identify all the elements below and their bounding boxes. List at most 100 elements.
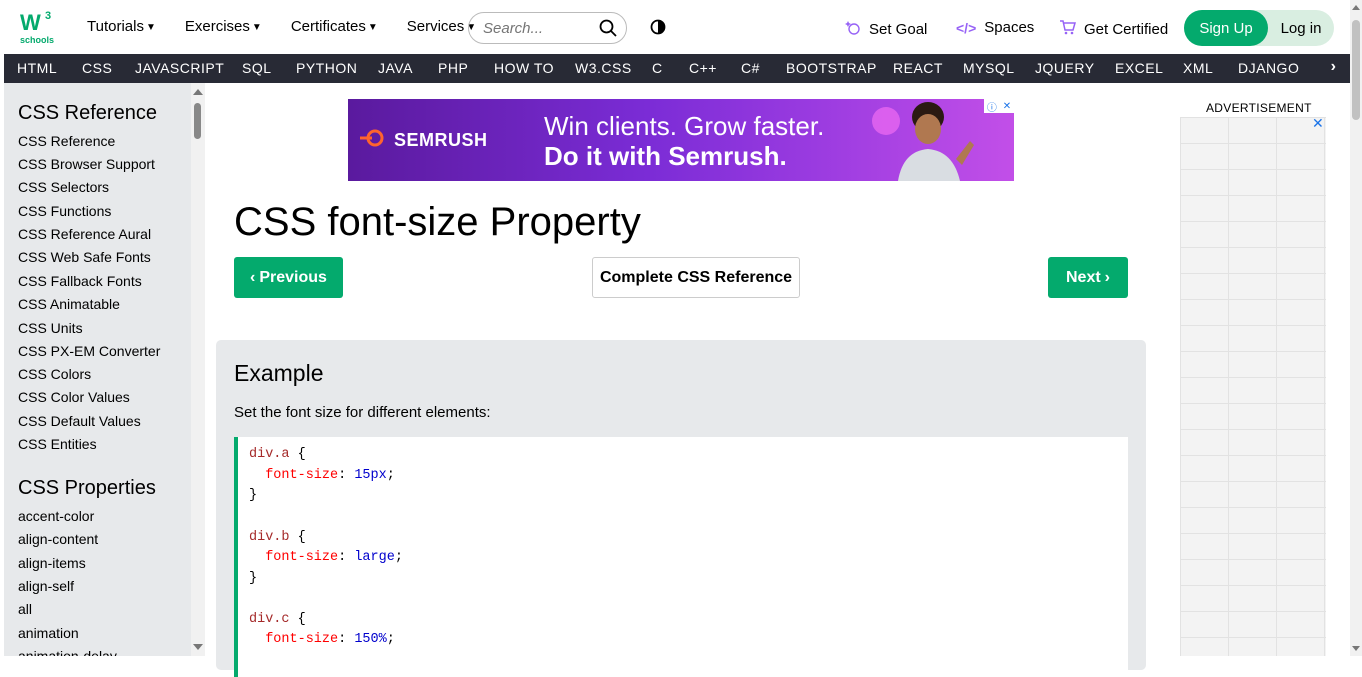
menu-exercises[interactable]: Exercises ▼ (185, 18, 262, 35)
ad-close-icon[interactable]: ✕ (1003, 101, 1011, 112)
search-input[interactable] (483, 19, 593, 37)
sidebar-item[interactable]: CSS Default Values (18, 413, 141, 429)
auth-buttons: Sign Up Log in (1184, 10, 1334, 46)
advertisement-label: ADVERTISEMENT (1206, 101, 1312, 115)
code-line: font-size: 150%; (265, 632, 395, 647)
sidebar-scrollbar[interactable] (191, 83, 205, 656)
ad-close-icon[interactable]: ✕ (1312, 115, 1324, 132)
sidebar-item[interactable]: accent-color (18, 508, 94, 524)
topnav-django[interactable]: DJANGO (1238, 60, 1299, 76)
sidebar-item[interactable]: CSS Selectors (18, 179, 109, 195)
chevron-right-icon[interactable]: › (1331, 58, 1336, 76)
topnav-xml[interactable]: XML (1183, 60, 1213, 76)
w3schools-logo[interactable]: W 3 schools (18, 8, 58, 46)
scrollbar-thumb[interactable] (1352, 20, 1360, 120)
next-button[interactable]: Next › (1048, 257, 1128, 298)
semrush-brand-text: SEMRUSH (394, 130, 488, 150)
scroll-down-icon[interactable] (1352, 646, 1360, 651)
code-property: font-size (265, 632, 339, 647)
sidebar-item[interactable]: animation (18, 625, 79, 641)
topnav-excel[interactable]: EXCEL (1115, 60, 1163, 76)
topnav-jquery[interactable]: JQUERY (1035, 60, 1095, 76)
ad-info-icon[interactable]: ⓘ (987, 99, 997, 114)
topnav-python[interactable]: PYTHON (296, 60, 357, 76)
sidebar-item[interactable]: CSS Animatable (18, 296, 120, 312)
menu-label: Services (406, 18, 465, 35)
code-line: } (249, 571, 258, 586)
log-in-button[interactable]: Log in (1268, 10, 1334, 46)
set-goal-label: Set Goal (869, 20, 928, 38)
sidebar-item[interactable]: CSS Units (18, 320, 83, 336)
complete-reference-button[interactable]: Complete CSS Reference (592, 257, 800, 298)
code-property: font-size (265, 550, 339, 565)
header-menu: Tutorials ▼ Exercises ▼ Certificates ▼ Serv… (87, 18, 505, 35)
sidebar-item[interactable]: CSS PX-EM Converter (18, 343, 160, 359)
sign-up-button[interactable]: Sign Up (1184, 10, 1268, 46)
code-line: } (249, 488, 258, 503)
menu-services[interactable]: Services ▼ (407, 18, 476, 35)
contrast-toggle-icon[interactable] (650, 19, 666, 35)
ad-line2: Do it with Semrush. (544, 141, 787, 171)
topnav-mysql[interactable]: MYSQL (963, 60, 1015, 76)
code-value: 15px (354, 468, 387, 483)
menu-tutorials[interactable]: Tutorials ▼ (87, 18, 156, 35)
topnav-c[interactable]: C (652, 60, 663, 76)
scroll-down-icon[interactable] (193, 644, 203, 650)
code-line: font-size: 15px; (265, 468, 395, 483)
topnav-w3css[interactable]: W3.CSS (575, 60, 632, 76)
menu-label: Certificates (290, 18, 366, 35)
sidebar-item[interactable]: CSS Reference Aural (18, 226, 151, 242)
sidebar-item[interactable]: CSS Reference (18, 133, 115, 149)
sidebar-item[interactable]: CSS Functions (18, 203, 111, 219)
code-selector: div.b (249, 530, 290, 545)
sidebar-item[interactable]: CSS Entities (18, 436, 97, 452)
scroll-up-icon[interactable] (193, 89, 203, 95)
sidebar-item[interactable]: align-items (18, 555, 86, 571)
search-icon[interactable] (599, 19, 617, 42)
ad-placeholder[interactable] (1180, 117, 1326, 656)
topnav-bootstrap[interactable]: BOOTSTRAP (786, 60, 877, 76)
search-box (468, 12, 627, 44)
scrollbar-thumb[interactable] (194, 103, 201, 139)
menu-label: Exercises (184, 18, 250, 35)
topnav-php[interactable]: PHP (438, 60, 468, 76)
topnav-howto[interactable]: HOW TO (494, 60, 554, 76)
sidebar-heading-properties: CSS Properties (18, 477, 156, 499)
topnav-html[interactable]: HTML (17, 60, 57, 76)
semrush-ad-banner[interactable]: SEMRUSH Win clients. Grow faster. Do it … (348, 99, 1014, 181)
left-sidebar: CSS Reference CSS Reference CSS Browser … (4, 83, 191, 656)
get-certified-link[interactable]: Get Certified (1059, 19, 1168, 39)
topnav-java[interactable]: JAVA (378, 60, 413, 76)
page-scrollbar[interactable] (1350, 0, 1362, 656)
previous-button[interactable]: ‹ Previous (234, 257, 343, 298)
set-goal-link[interactable]: Set Goal (845, 19, 927, 39)
scroll-up-icon[interactable] (1352, 5, 1360, 10)
caret-down-icon: ▼ (367, 22, 378, 33)
get-certified-label: Get Certified (1084, 20, 1169, 38)
sidebar-item[interactable]: all (18, 601, 32, 617)
sidebar-item[interactable]: animation-delay (18, 648, 117, 656)
topnav-css[interactable]: CSS (82, 60, 112, 76)
ad-choices-icons[interactable]: ⓘ ✕ (984, 99, 1014, 114)
topnav-csharp[interactable]: C# (741, 60, 760, 76)
spaces-label: Spaces (984, 19, 1035, 36)
sidebar-item[interactable]: CSS Web Safe Fonts (18, 249, 151, 265)
menu-certificates[interactable]: Certificates ▼ (291, 18, 378, 35)
sidebar-item[interactable]: CSS Fallback Fonts (18, 273, 142, 289)
example-box: Example Set the font size for different … (216, 340, 1146, 677)
sidebar-item[interactable]: CSS Browser Support (18, 156, 155, 172)
right-ad-column: ADVERTISEMENT ✕ (1158, 83, 1350, 656)
topnav-cpp[interactable]: C++ (689, 60, 717, 76)
cart-icon (1059, 19, 1076, 39)
sidebar-item[interactable]: align-content (18, 531, 98, 547)
caret-down-icon: ▼ (145, 22, 156, 33)
sidebar-item[interactable]: CSS Color Values (18, 389, 130, 405)
semrush-flame-icon (360, 129, 386, 152)
sidebar-item[interactable]: CSS Colors (18, 366, 91, 382)
spaces-link[interactable]: </> Spaces (956, 19, 1034, 36)
topnav-sql[interactable]: SQL (242, 60, 272, 76)
sidebar-item[interactable]: align-self (18, 578, 74, 594)
topnav-javascript[interactable]: JAVASCRIPT (135, 60, 224, 76)
topnav-react[interactable]: REACT (893, 60, 943, 76)
code-line: div.b { (249, 530, 306, 545)
